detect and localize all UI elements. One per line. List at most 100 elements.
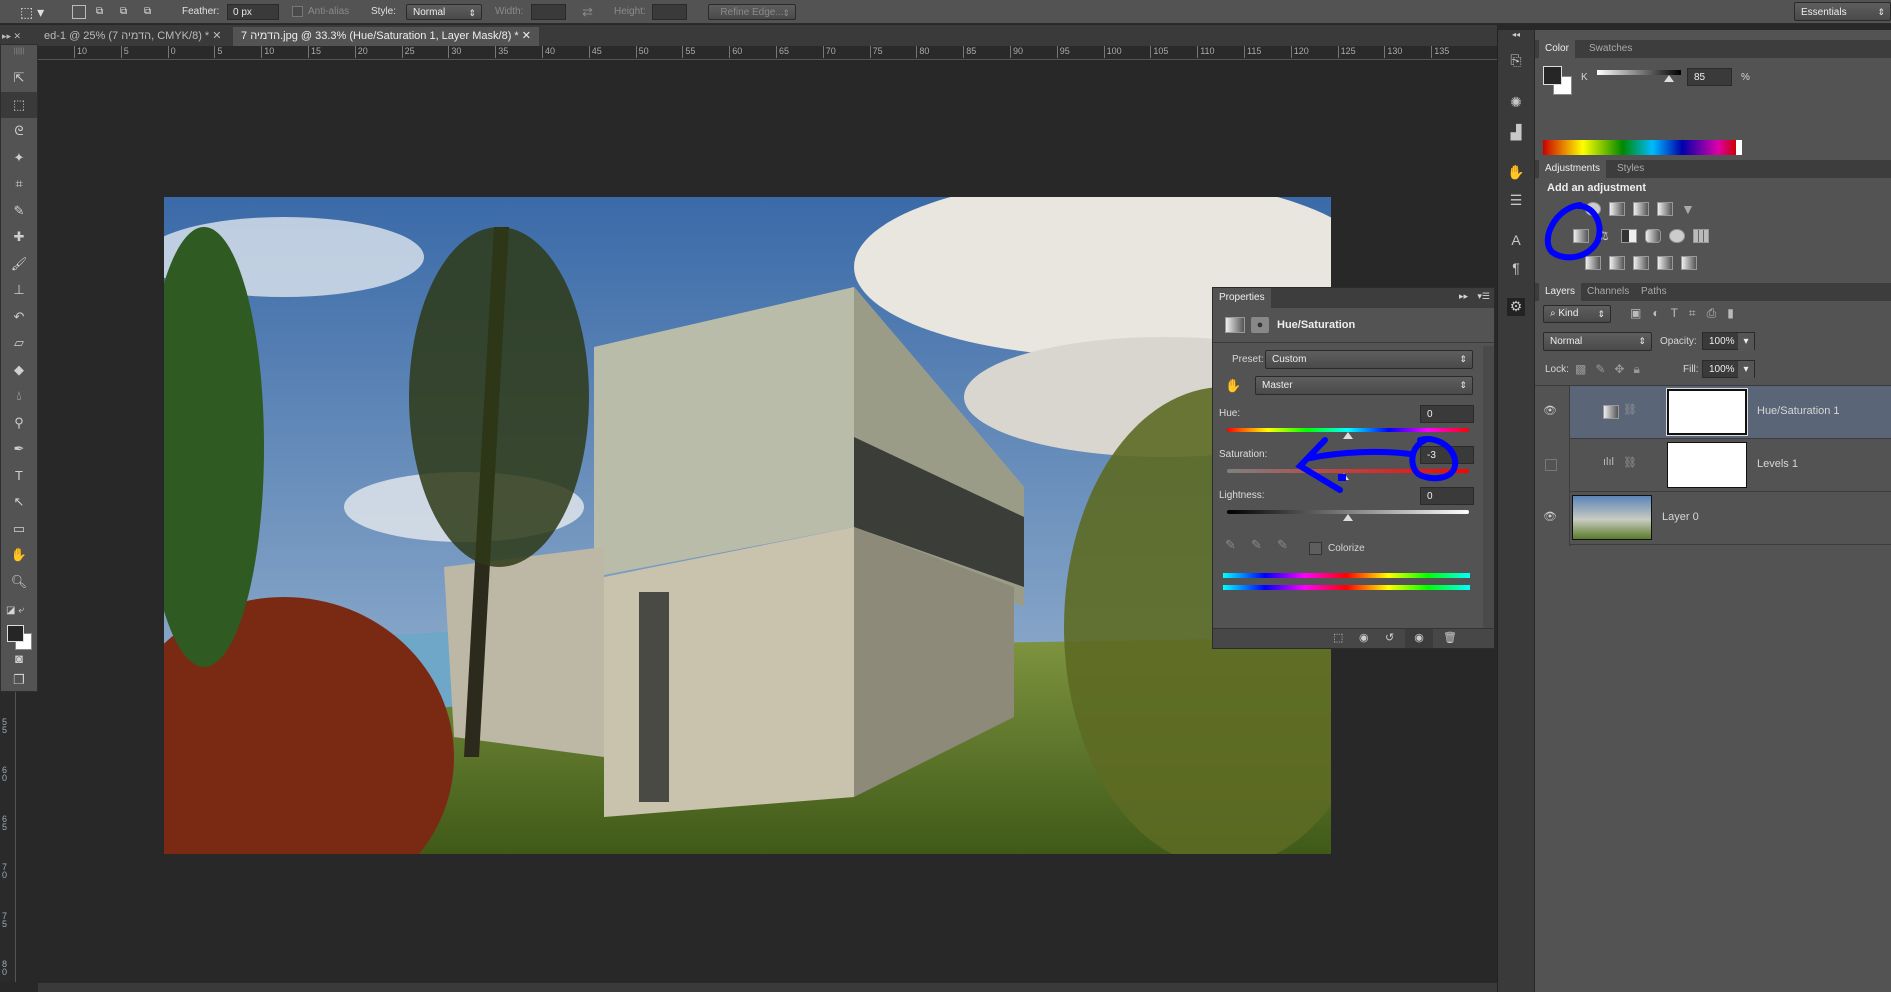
tab-paths[interactable]: Paths: [1635, 283, 1673, 301]
add-selection-icon[interactable]: ⧉: [96, 4, 103, 20]
layer-name[interactable]: Levels 1: [1757, 458, 1798, 470]
layer-mask-thumbnail[interactable]: [1666, 388, 1748, 436]
chevron-down-icon[interactable]: ▾: [1738, 333, 1754, 351]
clone-stamp-tool-icon[interactable]: ⊥: [1, 277, 37, 304]
levels-icon[interactable]: [1609, 202, 1625, 216]
brush-presets-icon[interactable]: ✺: [1507, 94, 1525, 112]
photo-filter-icon[interactable]: [1645, 229, 1661, 243]
anti-alias-checkbox[interactable]: [292, 6, 303, 17]
k-value-input[interactable]: 85: [1687, 68, 1732, 86]
eyedropper-tool-icon[interactable]: ✎: [1, 198, 37, 225]
clip-to-layer-icon[interactable]: ⬚: [1333, 631, 1343, 644]
tab-layers[interactable]: Layers: [1539, 283, 1582, 301]
close-icon[interactable]: ✕: [212, 30, 221, 42]
layer-thumbnail[interactable]: [1572, 495, 1652, 540]
document-canvas-image[interactable]: [164, 197, 1331, 854]
workspace-switcher[interactable]: Essentials: [1794, 2, 1891, 22]
curves-icon[interactable]: [1633, 202, 1649, 216]
trash-icon[interactable]: 🗑︎: [1443, 631, 1457, 644]
style-select[interactable]: Normal: [406, 4, 482, 21]
channel-select[interactable]: Master: [1255, 376, 1473, 395]
collapse-icon[interactable]: ▸▸: [1459, 291, 1468, 302]
type-tool-icon[interactable]: T: [1, 463, 37, 490]
chevron-down-icon[interactable]: ▾: [1738, 361, 1754, 379]
exposure-icon[interactable]: [1657, 202, 1673, 216]
lasso-tool-icon[interactable]: ᘓ: [1, 118, 37, 145]
tab-color[interactable]: Color: [1539, 40, 1575, 58]
visibility-eye-icon[interactable]: ◉: [1405, 629, 1433, 648]
width-input[interactable]: [531, 4, 566, 20]
color-spectrum-ramp[interactable]: [1543, 140, 1742, 155]
tab-channels[interactable]: Channels: [1581, 283, 1635, 301]
spot-healing-tool-icon[interactable]: ✚: [1, 224, 37, 251]
eyedropper-icon[interactable]: ✎: [1225, 537, 1236, 553]
layer-row-hue-saturation[interactable]: 👁︎ ⛓︎ Hue/Saturation 1: [1543, 386, 1891, 439]
eyedropper-minus-icon[interactable]: ✎: [1277, 537, 1288, 553]
hand-tool-icon[interactable]: ✋: [1, 542, 37, 569]
zoom-tool-icon[interactable]: 🔍︎: [1, 569, 37, 596]
visibility-eye-icon[interactable]: 👁︎: [1543, 404, 1557, 417]
eraser-tool-icon[interactable]: ▱: [1, 330, 37, 357]
tab-properties[interactable]: Properties: [1213, 288, 1271, 308]
refine-edge-button[interactable]: Refine Edge...: [708, 4, 796, 21]
lightness-slider-thumb[interactable]: [1343, 514, 1353, 521]
history-icon[interactable]: ⎘: [1507, 52, 1525, 70]
collapse-panels-icon[interactable]: ◂◂: [1498, 30, 1534, 42]
horizontal-scrollbar[interactable]: [38, 983, 1497, 992]
mask-link-icon[interactable]: ⛓︎: [1623, 456, 1637, 469]
foreground-color-swatch[interactable]: [1543, 66, 1562, 85]
k-slider-thumb[interactable]: [1664, 75, 1674, 82]
histogram-icon[interactable]: ▟: [1507, 124, 1525, 142]
layer-name[interactable]: Hue/Saturation 1: [1757, 405, 1840, 417]
blur-tool-icon[interactable]: 💧︎: [1, 383, 37, 410]
color-balance-icon[interactable]: ⚖: [1597, 229, 1613, 243]
feather-input[interactable]: 0 px: [227, 4, 279, 20]
opacity-input[interactable]: 100% ▾: [1702, 332, 1755, 351]
visibility-eye-icon[interactable]: 👁︎: [1543, 510, 1557, 523]
pen-tool-icon[interactable]: ✒: [1, 436, 37, 463]
layer-mask-thumbnail[interactable]: [1667, 442, 1747, 488]
paint-bucket-tool-icon[interactable]: ◆: [1, 357, 37, 384]
tab-styles[interactable]: Styles: [1611, 160, 1650, 178]
layer-filter-kind-select[interactable]: ⌕ Kind: [1543, 305, 1611, 323]
black-white-icon[interactable]: [1621, 229, 1637, 243]
colorize-checkbox[interactable]: [1309, 542, 1322, 555]
invert-icon[interactable]: [1585, 256, 1601, 270]
visibility-toggle-empty[interactable]: [1545, 459, 1557, 471]
mask-mode-icon[interactable]: ●: [1251, 317, 1269, 333]
view-previous-state-icon[interactable]: ◉: [1359, 631, 1369, 644]
brush-icon[interactable]: ☰: [1507, 192, 1525, 210]
paragraph-icon[interactable]: ¶: [1507, 260, 1525, 278]
document-tab[interactable]: ed-1 @ 25% (7 הדמיה, CMYK/8) * ✕: [36, 27, 229, 46]
rectangular-marquee-tool-icon[interactable]: ⬚: [1, 91, 37, 118]
lock-icons[interactable]: ▩✎✥🔒︎: [1575, 362, 1649, 377]
blend-mode-select[interactable]: Normal: [1543, 332, 1652, 351]
properties-header[interactable]: Properties ▸▸ ▾☰: [1213, 288, 1494, 308]
history-brush-tool-icon[interactable]: ↶: [1, 304, 37, 331]
screen-mode-icon[interactable]: ❐: [1, 667, 37, 694]
properties-icon[interactable]: ⚙: [1507, 298, 1525, 316]
default-colors-icon[interactable]: ◪ ⤶: [6, 605, 24, 616]
gradient-map-icon[interactable]: [1681, 256, 1697, 270]
swap-icon[interactable]: ⇄: [582, 4, 593, 20]
adjustment-mode-icon[interactable]: [1225, 317, 1245, 333]
tab-adjustments[interactable]: Adjustments: [1539, 160, 1607, 178]
posterize-icon[interactable]: [1609, 256, 1625, 270]
hue-input[interactable]: 0: [1420, 405, 1474, 423]
magic-wand-tool-icon[interactable]: ✦: [1, 145, 37, 172]
document-tab-active[interactable]: 7 הדמיה.jpg @ 33.3% (Hue/Saturation 1, L…: [233, 27, 539, 46]
brightness-contrast-icon[interactable]: [1585, 202, 1601, 216]
saturation-input[interactable]: -3: [1420, 446, 1474, 464]
close-icon[interactable]: ✕: [522, 30, 531, 42]
height-input[interactable]: [652, 4, 687, 20]
dodge-tool-icon[interactable]: ⚲: [1, 410, 37, 437]
saturation-slider-thumb[interactable]: [1339, 473, 1350, 480]
new-selection-icon[interactable]: [72, 5, 86, 19]
threshold-icon[interactable]: [1633, 256, 1649, 270]
layer-row-levels[interactable]: ılıl ⛓︎ Levels 1: [1545, 439, 1891, 492]
tool-presets-icon[interactable]: ✋: [1507, 164, 1525, 182]
vibrance-icon[interactable]: ▼: [1681, 202, 1697, 216]
layer-row-layer-0[interactable]: 👁︎ Layer 0: [1543, 492, 1891, 545]
subtract-selection-icon[interactable]: ⧉: [120, 4, 127, 20]
layer-name[interactable]: Layer 0: [1662, 511, 1699, 523]
